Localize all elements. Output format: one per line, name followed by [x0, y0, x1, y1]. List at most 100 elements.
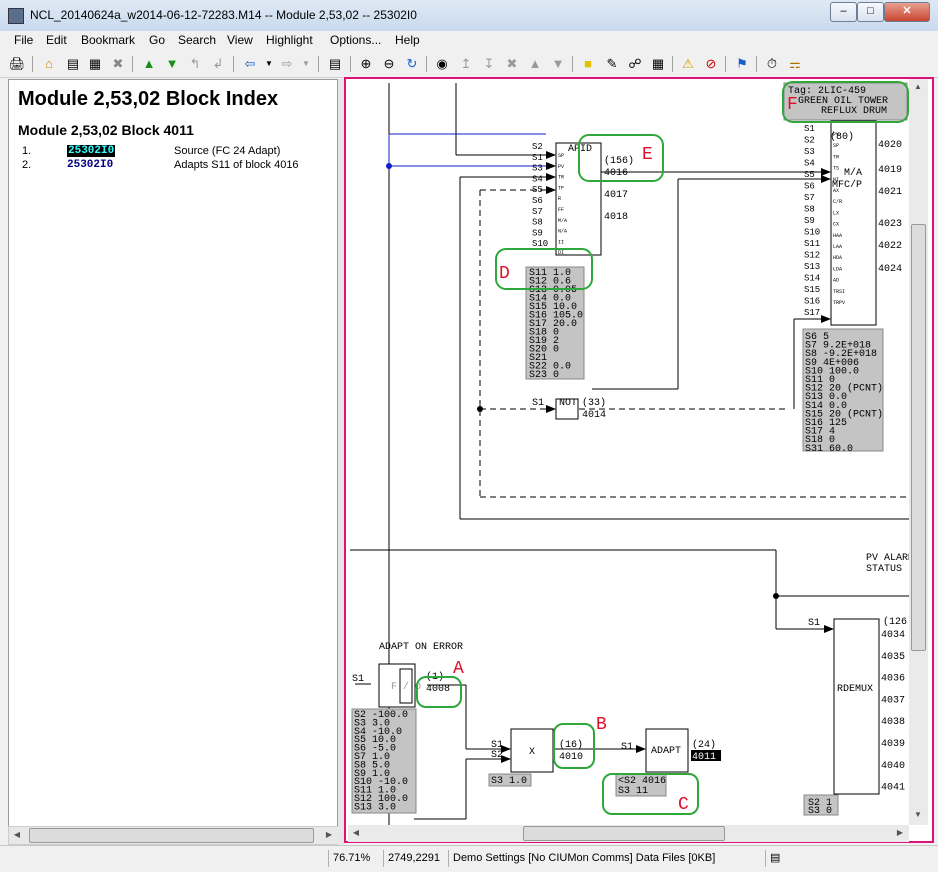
mfc-input-label: S1 — [804, 124, 815, 134]
apid-input-label: S6 — [532, 196, 543, 206]
apid-number: (156) — [604, 155, 634, 167]
close-button[interactable]: ✕ — [884, 2, 930, 22]
menu-file[interactable]: File — [14, 33, 33, 47]
mult-number: (16) — [559, 739, 583, 751]
rdemux-output[interactable]: 4034 — [881, 630, 905, 641]
rdemux-output[interactable]: 4035 — [881, 652, 905, 663]
minimize-button[interactable]: – — [830, 2, 857, 22]
find-down-arrow-icon[interactable]: ▼ — [549, 55, 567, 73]
adapt-on-error-output[interactable]: 4008 — [426, 684, 450, 695]
window-icon[interactable]: ▤ — [326, 55, 344, 73]
mfc-pin-label: HDA — [833, 255, 842, 261]
menu-edit[interactable]: Edit — [46, 33, 67, 47]
apid-output-4017[interactable]: 4017 — [604, 190, 628, 201]
mfc-output[interactable]: 4024 — [878, 264, 902, 275]
binoculars-icon[interactable]: ◉ — [433, 55, 451, 73]
scroll-right-icon[interactable]: ▶ — [892, 825, 908, 841]
find-up-arrow-icon[interactable]: ▲ — [526, 55, 544, 73]
mult-input-2: S2 — [491, 750, 503, 761]
down-left-icon[interactable]: ↲ — [209, 55, 227, 73]
zoom-out-icon[interactable]: ⊖ — [380, 55, 398, 73]
no-icon[interactable]: ⊘ — [702, 55, 720, 73]
mfc-output[interactable]: 4021 — [878, 187, 902, 198]
left-horizontal-scrollbar[interactable]: ◀ ▶ — [8, 826, 340, 845]
menu-search[interactable]: Search — [178, 33, 216, 47]
mfc-output[interactable]: 4023 — [878, 219, 902, 230]
refresh-icon[interactable]: ↻ — [403, 55, 421, 73]
keyboard-icon[interactable]: ▦ — [649, 55, 667, 73]
diagram-horizontal-scrollbar[interactable]: ◀ ▶ — [348, 825, 909, 842]
find-up-icon[interactable]: ↥ — [457, 55, 475, 73]
adapt-number: (24) — [692, 739, 716, 751]
mfc-output[interactable]: 4022 — [878, 241, 902, 252]
warning-icon[interactable]: ⚠ — [679, 55, 697, 73]
mfc-input-label: S4 — [804, 159, 815, 169]
note-icon[interactable]: ■ — [579, 55, 597, 73]
home-icon[interactable]: ⌂ — [40, 55, 58, 73]
edit-icon[interactable]: ✎ — [603, 55, 621, 73]
scroll-right-icon[interactable]: ▶ — [321, 827, 337, 843]
rdemux-input: S1 — [808, 618, 820, 629]
scroll-thumb[interactable] — [911, 224, 926, 651]
print-icon[interactable]: 🖨 — [8, 55, 26, 73]
diagram-canvas: Tag: 2LIC-459 GREEN OIL TOWER REFLUX DRU… — [350, 81, 910, 825]
back-dropdown-icon[interactable]: ▼ — [260, 55, 278, 73]
mfc-output[interactable]: 4020 — [878, 140, 902, 151]
menu-go[interactable]: Go — [149, 33, 165, 47]
timer-icon[interactable]: ⏱ — [763, 55, 781, 73]
mult-output[interactable]: 4010 — [559, 752, 583, 763]
up-left-icon[interactable]: ↰ — [186, 55, 204, 73]
not-input: S1 — [532, 398, 544, 409]
back-icon[interactable]: ⇦ — [241, 55, 259, 73]
list-item-tag[interactable]: 25302I0 — [67, 159, 113, 171]
scroll-thumb[interactable] — [29, 828, 314, 843]
callout-c: C — [678, 795, 689, 815]
scroll-left-icon[interactable]: ◀ — [348, 825, 364, 841]
forward-icon[interactable]: ⇨ — [278, 55, 296, 73]
lock-icon[interactable]: ⚎ — [786, 55, 804, 73]
forward-dropdown-icon[interactable]: ▼ — [297, 55, 315, 73]
find-x-icon[interactable]: ✖ — [503, 55, 521, 73]
apid-output-4018[interactable]: 4018 — [604, 212, 628, 223]
mfc-pin-label: TS — [833, 166, 839, 172]
apid-output-4016[interactable]: 4016 — [604, 168, 628, 179]
list-item[interactable]: 1. 25302I0 Source (FC 24 Adapt) — [22, 145, 332, 159]
rdemux-output[interactable]: 4037 — [881, 695, 905, 706]
rdemux-output[interactable]: 4039 — [881, 739, 905, 750]
flag-icon[interactable]: ⚑ — [733, 55, 751, 73]
rdemux-output[interactable]: 4041 — [881, 783, 905, 794]
module-title: Module 2,53,02 Block Index — [18, 88, 279, 110]
adapt-output-selected[interactable]: 4011 — [692, 752, 716, 763]
delete-icon[interactable]: ✖ — [109, 55, 127, 73]
menu-bookmark[interactable]: Bookmark — [81, 33, 135, 47]
scroll-thumb[interactable] — [523, 826, 725, 841]
rdemux-output[interactable]: 4036 — [881, 674, 905, 685]
down-icon[interactable]: ▼ — [163, 55, 181, 73]
apid-input-label: S8 — [532, 218, 543, 228]
zoom-in-icon[interactable]: ⊕ — [357, 55, 375, 73]
index-icon[interactable]: ▤ — [64, 55, 82, 73]
scroll-left-icon[interactable]: ◀ — [9, 827, 25, 843]
rdemux-output[interactable]: 4040 — [881, 761, 905, 772]
link-icon[interactable]: ☍ — [626, 55, 644, 73]
scroll-up-icon[interactable]: ▲ — [910, 79, 926, 95]
menu-help[interactable]: Help — [395, 33, 420, 47]
report-icon[interactable]: ▦ — [86, 55, 104, 73]
block-diagram[interactable]: Tag: 2LIC-459 GREEN OIL TOWER REFLUX DRU… — [344, 77, 934, 843]
scroll-down-icon[interactable]: ▼ — [910, 807, 926, 823]
diagram-vertical-scrollbar[interactable]: ▲ ▼ — [909, 79, 928, 825]
list-item[interactable]: 2. 25302I0 Adapts S11 of block 4016 — [22, 159, 332, 173]
find-down-icon[interactable]: ↧ — [480, 55, 498, 73]
up-icon[interactable]: ▲ — [140, 55, 158, 73]
rdemux-output[interactable]: 4038 — [881, 717, 905, 728]
menu-options[interactable]: Options... — [330, 33, 381, 47]
mfc-output[interactable]: 4019 — [878, 165, 902, 176]
mfc-input-label: S3 — [804, 147, 815, 157]
list-item-tag[interactable]: 25302I0 — [67, 145, 116, 157]
adapt-on-error-param: S13 3.0 — [354, 802, 396, 813]
pv-status-label: STATUS — [866, 564, 902, 575]
menu-view[interactable]: View — [227, 33, 253, 47]
menu-highlight[interactable]: Highlight — [266, 33, 313, 47]
not-output[interactable]: 4014 — [582, 410, 606, 421]
maximize-button[interactable]: □ — [857, 2, 884, 22]
